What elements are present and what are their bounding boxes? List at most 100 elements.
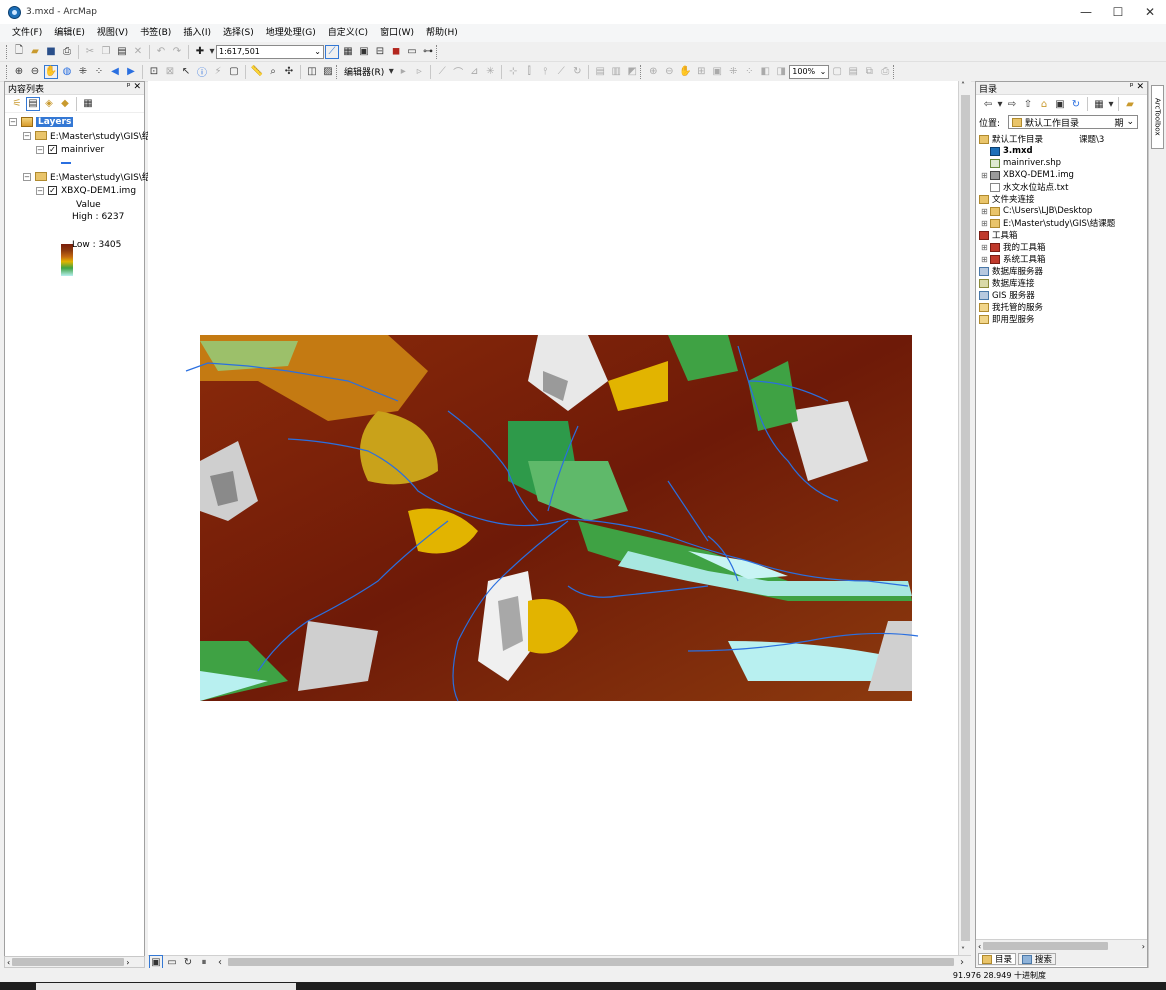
clear-selection-icon[interactable]: ⊠ [163,65,177,79]
catalog-item[interactable]: ⊞ 我的工具箱 [981,241,1046,253]
split-icon[interactable]: ⟋ [554,65,568,79]
list-by-selection-icon[interactable]: ◆ [58,97,72,111]
catalog-item[interactable]: ⊞ E:\Master\study\GIS\结课题 [981,217,1115,229]
scroll-down-icon[interactable]: ˅ [961,946,965,955]
find-icon[interactable]: ⌕ [266,65,280,79]
catalog-item[interactable]: mainriver.shp [981,157,1061,169]
views-icon[interactable]: ▦ [1092,97,1106,111]
catalog-item[interactable]: 工具箱 [979,229,1018,241]
create-features-icon[interactable]: ◩ [625,65,639,79]
catalog-item[interactable]: ⊞ C:\Users\LJB\Desktop [981,205,1092,217]
layers-dataframe-row[interactable]: − Layers [9,115,74,128]
scroll-up-icon[interactable]: ˄ [961,81,965,90]
select-features-icon[interactable]: ⊡ [147,65,161,79]
toc-layer-row[interactable]: − ✓ XBXQ-DEM1.img [36,184,136,197]
hyperlink-icon[interactable]: ⚡ [211,65,225,79]
arctoolbox-tab[interactable]: ArcToolbox [1151,85,1164,149]
layout-zoom-combobox[interactable]: 100% ⌄ [789,64,830,79]
menu-insert[interactable]: 插入(I) [177,24,217,42]
chevron-down-icon[interactable]: ▾ [388,65,394,79]
collapse-icon[interactable]: − [36,186,44,195]
menu-edit[interactable]: 编辑(E) [48,24,91,42]
menu-windows[interactable]: 窗口(W) [374,24,420,42]
fixed-zoom-out-layout-icon[interactable]: ⁘ [742,65,756,79]
data-view-icon[interactable]: ▣ [149,955,163,969]
tab-catalog[interactable]: 目录 [978,953,1017,965]
toggle-draft-mode-icon[interactable]: ▢ [830,65,844,79]
toc-group-row[interactable]: − E:\Master\study\GIS\结 [23,170,151,183]
select-elements-icon[interactable]: ↖ [179,65,193,79]
previous-extent-layout-icon[interactable]: ◧ [758,65,772,79]
cut-icon[interactable]: ✂ [83,45,97,59]
tab-search[interactable]: 搜索 [1018,953,1057,965]
options-icon[interactable]: ▦ [81,97,95,111]
change-layout-icon[interactable]: ⧉ [862,65,876,79]
maximize-button[interactable]: ☐ [1102,0,1134,24]
scroll-right-icon[interactable]: › [1140,942,1147,951]
map-horizontal-scrollbar[interactable]: ▣ ▭ ↻ ⏸ ‹ › [148,955,971,969]
reshape-icon[interactable]: ⫿ [522,65,536,79]
straight-segment-icon[interactable]: ⟋ [435,65,449,79]
delete-icon[interactable]: ✕ [131,45,145,59]
edit-annotation-icon[interactable]: ▹ [412,65,426,79]
add-data-dropdown-icon[interactable]: ▾ [209,45,215,59]
editor-toolbar-icon[interactable]: ⟋ [325,44,339,59]
scroll-right-icon[interactable]: › [955,955,969,969]
next-extent-layout-icon[interactable]: ◨ [774,65,788,79]
toolbar-grip[interactable] [640,64,643,79]
full-extent-icon[interactable]: ◍ [60,65,74,79]
collapse-icon[interactable]: − [36,145,44,154]
html-popup-icon[interactable]: ▢ [227,65,241,79]
table-of-contents-icon[interactable]: ▦ [341,45,355,59]
point-icon[interactable]: ✳ [483,65,497,79]
expand-icon[interactable]: ⊞ [981,255,990,264]
rotate-icon[interactable]: ↻ [570,65,584,79]
connect-folder-icon[interactable]: ▣ [1053,97,1067,111]
map-vertical-scrollbar[interactable]: ˄ ˅ [958,81,971,955]
catalog-item[interactable]: ⊞ 系统工具箱 [981,253,1046,265]
scroll-right-icon[interactable]: › [124,958,131,967]
identify-icon[interactable]: ⓘ [195,65,209,79]
zoom-whole-page-icon[interactable]: ⊞ [694,65,708,79]
location-combobox[interactable]: 默认工作目录 期 ⌄ [1008,115,1139,129]
toolbar-grip[interactable] [336,64,339,79]
scroll-thumb[interactable] [983,942,1109,950]
menu-bookmarks[interactable]: 书签(B) [134,24,177,42]
up-level-icon[interactable]: ⇧ [1021,97,1035,111]
menu-geoprocessing[interactable]: 地理处理(G) [260,24,322,42]
undo-icon[interactable]: ↶ [154,45,168,59]
catalog-window-icon[interactable]: ▣ [357,45,371,59]
go-to-xy-icon[interactable]: ✣ [282,65,296,79]
scroll-thumb[interactable] [12,958,125,966]
zoom-out-icon[interactable]: ⊖ [28,65,42,79]
catalog-item[interactable]: GIS 服务器 [979,289,1035,301]
time-slider-icon[interactable]: ◫ [305,65,319,79]
scroll-left-icon[interactable]: ‹ [976,942,983,951]
search-window-icon[interactable]: ⊟ [373,45,387,59]
toc-group-row[interactable]: − E:\Master\study\GIS\结 [23,129,151,142]
toolbar-grip[interactable] [6,44,9,59]
end-point-arc-icon[interactable]: ⌒ [451,65,465,79]
paste-icon[interactable]: ▤ [115,45,129,59]
catalog-item[interactable]: 默认工作目录 课题\3 [979,133,1104,145]
add-data-icon[interactable]: ✚ [193,45,207,59]
toc-horizontal-scrollbar[interactable]: ‹ › [4,956,145,968]
data-driven-pages-icon[interactable]: ⎙ [878,65,892,79]
scroll-thumb[interactable] [228,958,954,966]
new-document-icon[interactable]: 🗋 [12,45,26,59]
print-icon[interactable]: ⎙ [60,45,74,59]
edit-tool-icon[interactable]: ▸ [396,65,410,79]
catalog-item[interactable]: 文件夹连接 [979,193,1035,205]
scroll-left-icon[interactable]: ‹ [213,955,227,969]
layout-zoom-out-icon[interactable]: ⊖ [662,65,676,79]
copy-icon[interactable]: ❐ [99,45,113,59]
layout-view-icon[interactable]: ▭ [165,955,179,969]
refresh-icon[interactable]: ↻ [1069,97,1083,111]
toc-layer-row[interactable]: − ✓ mainriver [36,143,104,156]
map-scale-combobox[interactable]: 1:617,501 ⌄ [216,44,324,59]
pan-icon[interactable]: ✋ [44,64,58,79]
catalog-item[interactable]: 水文水位站点.txt [981,181,1068,193]
menu-view[interactable]: 视图(V) [91,24,134,42]
save-icon[interactable]: ■ [44,45,58,59]
toc-pin-close-icon[interactable]: ᵖ ✕ [127,82,141,92]
